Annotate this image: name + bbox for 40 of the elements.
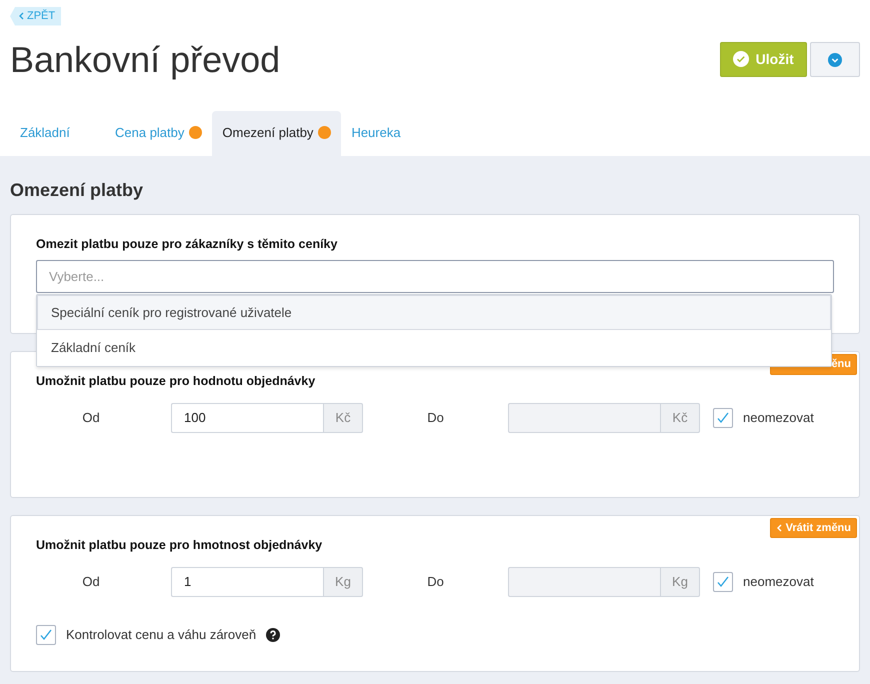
field-label: Od [81, 409, 101, 428]
checkbox[interactable] [713, 408, 733, 428]
checkbox-label: Kontrolovat cenu a váhu zároveň [66, 626, 256, 644]
check-circle-icon [733, 51, 750, 68]
checkbox[interactable] [713, 572, 733, 592]
revert-button[interactable]: Vrátit změnu [770, 518, 857, 538]
field-label: Umožnit platbu pouze pro hmotnost objednávky [36, 536, 324, 554]
page-title: Bankovní převod [10, 38, 280, 81]
tab[interactable]: Cena platby [105, 110, 212, 156]
unit-label: Kg [323, 566, 363, 597]
back-link[interactable]: ZPĚT [10, 7, 62, 26]
field-label: Umožnit platbu pouze pro hodnotu objednávky [36, 373, 316, 390]
help-icon[interactable] [266, 628, 280, 642]
from-input[interactable]: 1 [171, 566, 323, 597]
unit-label: Kč [323, 402, 363, 433]
check-icon [39, 628, 53, 642]
dropdown-option[interactable]: Speciální ceník pro registrované uživatele [37, 294, 831, 330]
unit-label: Kč [660, 402, 700, 433]
tab[interactable]: Základní [10, 110, 105, 156]
checkbox-label: neomezovat [743, 572, 814, 591]
tab[interactable]: Omezení platby [212, 110, 342, 156]
checkbox-label: neomezovat [743, 409, 814, 428]
field-label: Od [81, 572, 101, 591]
tab[interactable]: Heureka [341, 110, 411, 156]
chevron-left-icon [18, 12, 24, 20]
field-label: Omezit platbu pouze pro zákazníky s těmito ceníky [36, 236, 338, 253]
from-input[interactable]: 100 [171, 402, 323, 433]
chevron-left-icon [776, 524, 782, 532]
dropdown-button[interactable] [810, 42, 860, 77]
dropdown-option[interactable]: Základní ceník [37, 330, 831, 366]
check-icon [716, 410, 730, 425]
save-button[interactable]: Uložit [720, 42, 807, 77]
check-icon [716, 574, 730, 589]
field-label: Do [426, 409, 445, 428]
section-title: Omezení platby [10, 180, 144, 202]
checkbox[interactable] [36, 624, 56, 645]
field-label: Do [426, 572, 445, 591]
select-field[interactable]: Vyberte... [36, 260, 834, 294]
unit-label: Kg [660, 566, 700, 597]
chevron-down-icon [828, 52, 842, 67]
